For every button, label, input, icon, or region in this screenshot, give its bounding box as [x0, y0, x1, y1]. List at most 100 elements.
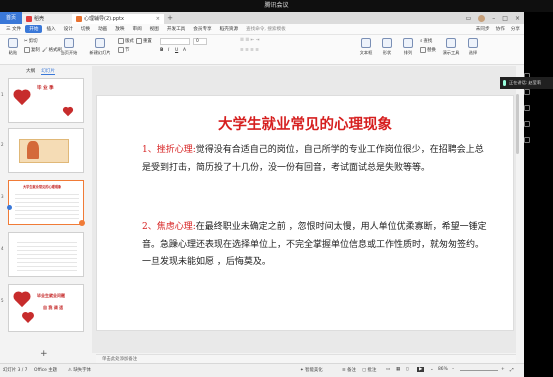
menu-item[interactable]: 切换 [77, 26, 94, 32]
tab-docer-label: 稻壳 [34, 16, 45, 22]
tab-docer[interactable]: 稻壳 [22, 14, 72, 24]
menu-item[interactable]: 动画 [94, 26, 111, 32]
menu-action[interactable]: 分享 [511, 24, 520, 35]
layout-grid-icon [118, 38, 124, 44]
thumbnail-slide-4[interactable] [8, 232, 84, 277]
shapes-button[interactable]: 形状 [376, 36, 398, 64]
sorter-view-icon[interactable]: ▦ [396, 367, 400, 372]
replace-button[interactable]: 替换 [420, 47, 436, 53]
menu-item[interactable]: 开始 [25, 25, 43, 33]
maximize-icon[interactable]: □ [502, 15, 508, 22]
comment-label: 批注 [367, 368, 377, 373]
copy-button[interactable]: 复制 [24, 47, 40, 53]
normal-view-icon[interactable]: ▭ [386, 367, 390, 372]
menu-item[interactable]: 稻壳资源 [216, 26, 242, 32]
slide-title[interactable]: 大学生就业常见的心理现象 [97, 113, 513, 134]
share-icon[interactable] [524, 121, 530, 127]
align-controls[interactable]: ≡ ≡ ≡ ≡ [240, 48, 259, 53]
add-slide-button[interactable]: + [40, 349, 48, 359]
menu-item[interactable]: 视图 [146, 26, 163, 32]
menu-item[interactable]: 会员专享 [189, 26, 215, 32]
thumbnail-marker [7, 205, 12, 210]
thumbnail-subtitle: 自 我 调 适 [43, 305, 64, 310]
list-controls[interactable]: ☰ ☰ ⇤ ⇥ [240, 38, 259, 43]
vertical-scrollbar[interactable] [516, 94, 519, 154]
thumbnail-slide-3[interactable]: 大学生就业常见的心理现象 [7, 180, 85, 226]
present-tools-button[interactable]: 演示工具 [440, 36, 462, 64]
menu-item[interactable]: 审阅 [128, 26, 145, 32]
layout-icon[interactable]: ▭ [466, 15, 472, 22]
close-tab-icon[interactable]: × [156, 14, 160, 24]
missing-font-button[interactable]: ⚠ 缺失字体 [68, 367, 91, 373]
text-box-button[interactable]: 文本框 [355, 36, 377, 64]
notes-field[interactable]: 单击此处添加备注 [96, 354, 516, 363]
close-window-icon[interactable]: × [515, 15, 520, 22]
new-tab-button[interactable]: + [164, 14, 176, 22]
meeting-title-bar: 腾讯会议 [0, 0, 553, 12]
thumbnail-title: 大学生就业常见的心理现象 [23, 185, 62, 189]
minimize-icon[interactable]: – [492, 15, 495, 22]
command-search-input[interactable]: 查找命令, 搜索模板 [242, 26, 290, 32]
zoom-out-button[interactable]: – [452, 367, 454, 372]
comment-button[interactable]: ▢ 批注 [362, 367, 376, 373]
paste-button[interactable]: 粘贴 [2, 36, 24, 64]
tab-bar: 首页 稻壳 心理辅导(2).pptx × + ▭ – □ × [0, 12, 524, 24]
reset-button[interactable]: 重置 [136, 38, 152, 44]
thumbnail-body [15, 191, 79, 221]
thumbnail-slide-2[interactable] [8, 128, 84, 173]
notes-toggle-button[interactable]: ≡ 备注 [342, 367, 356, 373]
menu-item[interactable]: 放映 [111, 26, 128, 32]
thumbnail-add-icon[interactable] [79, 220, 85, 226]
text-box-icon [361, 38, 371, 48]
speaker-name: 正在讲话: 赵莹莉 [509, 80, 542, 85]
play-slideshow-button[interactable]: ▶ [417, 367, 425, 372]
section-button[interactable]: 节 [118, 47, 129, 53]
font-size-select[interactable]: 0 [193, 38, 207, 45]
reading-view-icon[interactable]: ▯ [406, 367, 408, 372]
thumbnail-slide-1[interactable]: 毕 业 季 [8, 78, 84, 123]
underline-button[interactable]: U [175, 48, 178, 53]
from-start-label: 当页开始 [60, 50, 78, 55]
current-slide[interactable]: 大学生就业常见的心理现象 1、挫折心理:觉得没有合适自己的岗位，自己所学的专业工… [96, 95, 514, 331]
tab-slides[interactable]: 幻灯片 [41, 68, 55, 75]
zoom-menu-icon[interactable]: ⌄ [430, 367, 434, 372]
menu-item[interactable]: 设计 [60, 26, 77, 32]
menu-item[interactable]: 开发工具 [163, 26, 189, 32]
zoom-in-button[interactable]: + [501, 367, 505, 372]
copy-icon [24, 47, 30, 53]
tab-outline[interactable]: 大纲 [26, 68, 35, 74]
paragraph-2[interactable]: 2、焦虑心理:在最终职业未确定之前 ，忽恨时间太慢，用人单位优柔寡断，希望一锤定… [142, 219, 487, 272]
thumbnail-slide-5[interactable]: 毕业生就业问题 自 我 调 适 [8, 284, 84, 332]
paragraph-1[interactable]: 1、挫折心理:觉得没有合适自己的岗位，自己所学的专业工作岗位很少，在招聘会上总是… [142, 142, 487, 177]
bold-button[interactable]: B [160, 48, 163, 53]
arrange-button[interactable]: 排列 [397, 36, 419, 64]
beautify-button[interactable]: ✦ 智能美化 [300, 367, 323, 373]
copy-label: 复制 [31, 48, 40, 53]
font-family-select[interactable] [160, 38, 190, 45]
menu-action[interactable]: 未同步 [476, 24, 490, 35]
menu-item[interactable]: 插入 [42, 26, 59, 32]
tab-home[interactable]: 首页 [0, 12, 22, 24]
cut-label: 剪切 [28, 39, 38, 44]
animation-icon[interactable] [524, 105, 530, 111]
layout-button[interactable]: 版式 [118, 38, 134, 44]
from-start-button[interactable]: 当页开始 [58, 36, 80, 64]
settings-icon[interactable] [524, 137, 530, 143]
find-label: 查找 [423, 39, 433, 44]
thumbnail-number: 2 [1, 142, 4, 147]
meeting-title: 腾讯会议 [264, 2, 289, 9]
menu-item[interactable]: 三 文件 [2, 26, 25, 32]
design-icon[interactable] [524, 89, 530, 95]
font-color-button[interactable]: A [183, 48, 186, 53]
shapes-icon [382, 38, 392, 48]
zoom-slider[interactable] [460, 370, 498, 371]
new-slide-button[interactable]: 新建幻灯片 [86, 36, 114, 64]
select-button[interactable]: 选择 [462, 36, 484, 64]
tab-pptx[interactable]: 心理辅导(2).pptx × [72, 14, 164, 24]
cut-button[interactable]: ✂ 剪切 [24, 38, 38, 45]
menu-action[interactable]: 协作 [496, 24, 505, 35]
avatar[interactable] [478, 14, 486, 22]
fit-window-icon[interactable]: ⤢ [510, 367, 514, 373]
find-button[interactable]: ⌕ 查找 [420, 38, 432, 44]
italic-button[interactable]: I [168, 48, 169, 53]
